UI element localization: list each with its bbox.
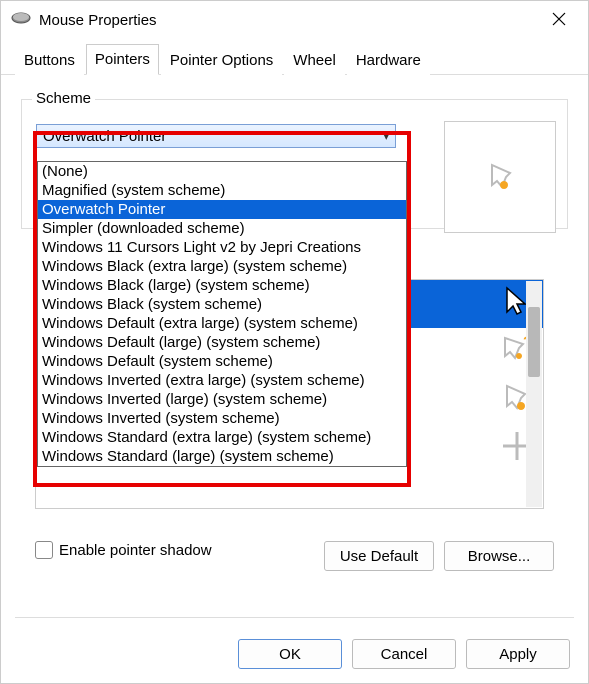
scheme-option[interactable]: Windows Black (large) (system scheme) (38, 276, 406, 295)
browse-button[interactable]: Browse... (444, 541, 554, 571)
tab-bar: Buttons Pointers Pointer Options Wheel H… (1, 39, 588, 75)
divider (15, 617, 574, 618)
chevron-down-icon: ▾ (383, 130, 389, 143)
mouse-properties-window: Mouse Properties Buttons Pointers Pointe… (0, 0, 589, 684)
scheme-option[interactable]: Windows Inverted (system scheme) (38, 409, 406, 428)
tab-hardware[interactable]: Hardware (347, 45, 430, 75)
tab-wheel[interactable]: Wheel (284, 45, 345, 75)
scheme-selected-text: Overwatch Pointer (43, 128, 166, 145)
listbox-scrollbar[interactable] (526, 281, 542, 507)
scheme-option[interactable]: Windows Black (extra large) (system sche… (38, 257, 406, 276)
pointer-shadow-label: Enable pointer shadow (59, 542, 212, 559)
window-title: Mouse Properties (39, 12, 157, 29)
scheme-option[interactable]: Windows Default (large) (system scheme) (38, 333, 406, 352)
scheme-option[interactable]: Windows Black (system scheme) (38, 295, 406, 314)
scheme-combobox[interactable]: Overwatch Pointer ▾ (36, 124, 396, 148)
scheme-option[interactable]: Windows Standard (large) (system scheme) (38, 447, 406, 466)
pointer-shadow-checkbox[interactable] (35, 541, 53, 559)
ok-button[interactable]: OK (238, 639, 342, 669)
tab-buttons[interactable]: Buttons (15, 45, 84, 75)
cursor-preview (444, 121, 556, 233)
apply-button[interactable]: Apply (466, 639, 570, 669)
mouse-icon (11, 11, 31, 30)
scroll-thumb[interactable] (528, 307, 540, 377)
scheme-option[interactable]: Overwatch Pointer (38, 200, 406, 219)
scheme-option[interactable]: Windows Inverted (extra large) (system s… (38, 371, 406, 390)
scheme-option[interactable]: Windows Default (extra large) (system sc… (38, 314, 406, 333)
dialog-buttons: OK Cancel Apply (238, 639, 570, 669)
scheme-option[interactable]: Simpler (downloaded scheme) (38, 219, 406, 238)
tab-pointer-options[interactable]: Pointer Options (161, 45, 282, 75)
scheme-dropdown-list[interactable]: (None) Magnified (system scheme) Overwat… (37, 161, 407, 467)
scheme-option[interactable]: (None) (38, 162, 406, 181)
scheme-option[interactable]: Windows 11 Cursors Light v2 by Jepri Cre… (38, 238, 406, 257)
scheme-label: Scheme (32, 90, 95, 107)
scheme-option[interactable]: Windows Inverted (large) (system scheme) (38, 390, 406, 409)
titlebar: Mouse Properties (1, 1, 588, 39)
scheme-option[interactable]: Windows Default (system scheme) (38, 352, 406, 371)
use-default-button[interactable]: Use Default (324, 541, 434, 571)
cancel-button[interactable]: Cancel (352, 639, 456, 669)
close-button[interactable] (542, 6, 576, 35)
tab-pointers[interactable]: Pointers (86, 44, 159, 75)
pointer-shadow-row: Enable pointer shadow (35, 541, 212, 559)
scheme-option[interactable]: Magnified (system scheme) (38, 181, 406, 200)
scheme-option[interactable]: Windows Standard (extra large) (system s… (38, 428, 406, 447)
